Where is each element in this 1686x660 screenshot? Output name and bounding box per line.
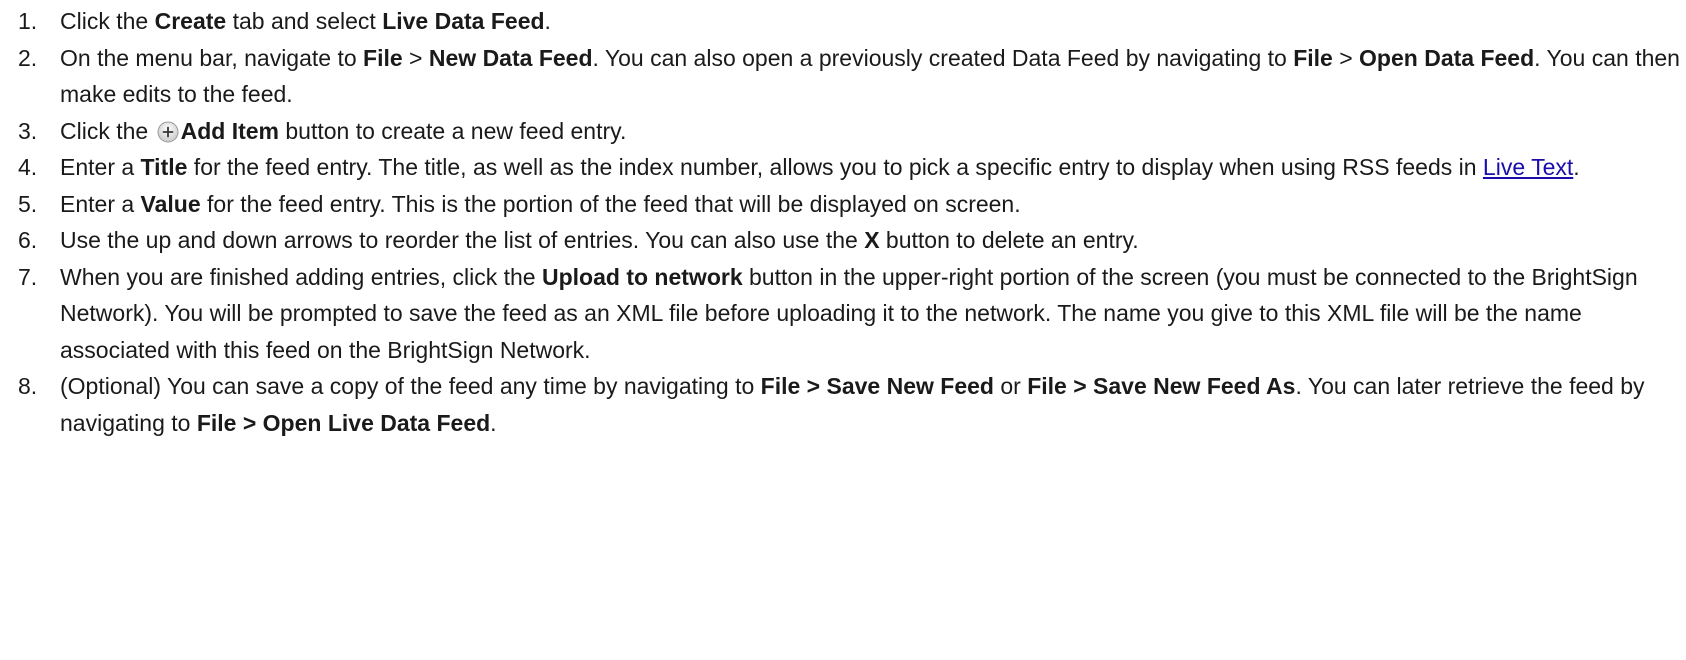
step-3: 3. Click the Add Item button to create a … <box>0 113 1680 150</box>
value-label: Value <box>140 190 201 217</box>
step-text: . You can also open a previously created… <box>592 44 1294 71</box>
step-text: Click the <box>60 117 155 144</box>
step-number: 2. <box>18 44 38 71</box>
step-number: 4. <box>18 154 38 180</box>
step-2: 2. On the menu bar, navigate to File > Ne… <box>0 40 1680 113</box>
new-data-feed-label: New Data Feed <box>428 44 593 71</box>
step-7: 7. When you are finished adding entries, … <box>0 259 1680 369</box>
step-text: . <box>1573 154 1580 180</box>
save-new-feed-label: File > Save New Feed <box>760 373 994 399</box>
step-text: > <box>402 44 429 71</box>
add-circle-icon <box>157 121 179 143</box>
add-item-label: Add Item <box>180 117 279 144</box>
step-text: On the menu bar, navigate to <box>60 44 364 71</box>
step-text: tab and select <box>226 8 383 34</box>
step-text: for the feed entry. The title, as well a… <box>187 154 1483 180</box>
step-number: 5. <box>18 190 38 217</box>
live-data-feed-label: Live Data Feed <box>382 8 545 34</box>
step-text: Enter a <box>60 154 141 180</box>
step-text: . <box>490 409 497 436</box>
save-new-feed-as-label: File > Save New Feed As <box>1027 373 1296 399</box>
open-live-data-feed-label: File > Open Live Data Feed <box>196 409 491 436</box>
step-1: 1. Click the Create tab and select Live D… <box>0 3 1680 40</box>
title-label: Title <box>140 154 188 180</box>
step-text: . <box>544 8 551 34</box>
step-number: 3. <box>18 117 38 144</box>
x-button-label: X <box>864 227 880 253</box>
step-text: button to delete an entry. <box>879 227 1139 253</box>
step-text: (Optional) You can save a copy of the fe… <box>60 373 761 399</box>
step-number: 8. <box>18 373 38 399</box>
step-text: button to create a new feed entry. <box>278 117 627 144</box>
step-number: 7. <box>18 263 38 290</box>
step-text: > <box>1332 44 1360 71</box>
create-tab-label: Create <box>154 8 227 34</box>
file-menu-label: File <box>363 44 403 71</box>
live-text-link[interactable]: Live Text <box>1483 154 1573 180</box>
step-8: 8. (Optional) You can save a copy of the … <box>0 368 1680 441</box>
step-text: Enter a <box>60 190 141 217</box>
instruction-list: 1. Click the Create tab and select Live D… <box>0 0 1686 441</box>
step-5: 5. Enter a Value for the feed entry. This… <box>0 186 1680 223</box>
file-menu-label: File <box>1293 44 1333 71</box>
step-text: or <box>993 373 1028 399</box>
step-text: Use the up and down arrows to reorder th… <box>60 227 865 253</box>
step-text: Click the <box>60 8 155 34</box>
step-number: 1. <box>18 8 38 34</box>
step-4: 4. Enter a Title for the feed entry. The … <box>0 149 1680 186</box>
step-text: for the feed entry. This is the portion … <box>200 190 1021 217</box>
open-data-feed-label: Open Data Feed <box>1359 44 1535 71</box>
step-6: 6. Use the up and down arrows to reorder … <box>0 222 1680 259</box>
upload-to-network-label: Upload to network <box>542 263 743 290</box>
step-text: When you are finished adding entries, cl… <box>60 263 542 290</box>
step-number: 6. <box>18 227 38 253</box>
